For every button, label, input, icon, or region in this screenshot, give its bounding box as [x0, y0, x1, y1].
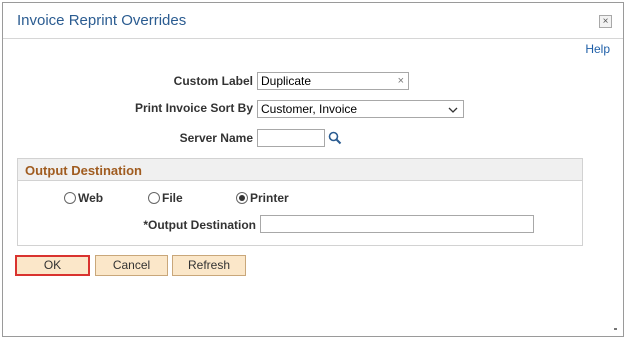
output-destination-input[interactable]	[260, 215, 534, 233]
sort-by-label: Print Invoice Sort By	[134, 101, 253, 115]
sort-by-value: Customer, Invoice	[261, 102, 358, 116]
dialog-titlebar: Invoice Reprint Overrides ×	[3, 3, 623, 39]
refresh-button[interactable]: Refresh	[172, 255, 246, 276]
radio-printer-circle[interactable]	[236, 192, 248, 204]
resize-handle[interactable]	[614, 328, 617, 330]
ok-button[interactable]: OK	[15, 255, 90, 276]
output-destination-title: Output Destination	[25, 163, 142, 178]
output-destination-group: Output Destination Web File Printer *Out…	[17, 158, 583, 246]
custom-label-value: Duplicate	[261, 74, 312, 88]
dialog-title: Invoice Reprint Overrides	[17, 12, 187, 29]
clear-icon[interactable]: ×	[398, 74, 404, 88]
output-destination-field-label: *Output Destination	[143, 218, 256, 232]
help-link[interactable]: Help	[585, 42, 610, 56]
radio-web-label: Web	[78, 191, 104, 205]
cancel-button[interactable]: Cancel	[95, 255, 168, 276]
custom-label-input[interactable]: Duplicate ×	[257, 72, 409, 90]
output-destination-header: Output Destination	[18, 159, 582, 181]
radio-file-circle[interactable]	[148, 192, 160, 204]
close-icon[interactable]: ×	[599, 15, 612, 28]
radio-file-label: File	[162, 191, 183, 205]
server-name-label: Server Name	[179, 131, 253, 145]
radio-printer-label: Printer	[250, 191, 289, 205]
radio-web-circle[interactable]	[64, 192, 76, 204]
custom-label-label: Custom Label	[173, 74, 253, 88]
server-name-input[interactable]	[257, 129, 325, 147]
sort-by-select[interactable]: Customer, Invoice	[257, 100, 464, 118]
search-icon[interactable]	[328, 131, 342, 145]
invoice-reprint-dialog: Invoice Reprint Overrides × Help Custom …	[2, 2, 624, 337]
chevron-down-icon	[448, 107, 458, 113]
